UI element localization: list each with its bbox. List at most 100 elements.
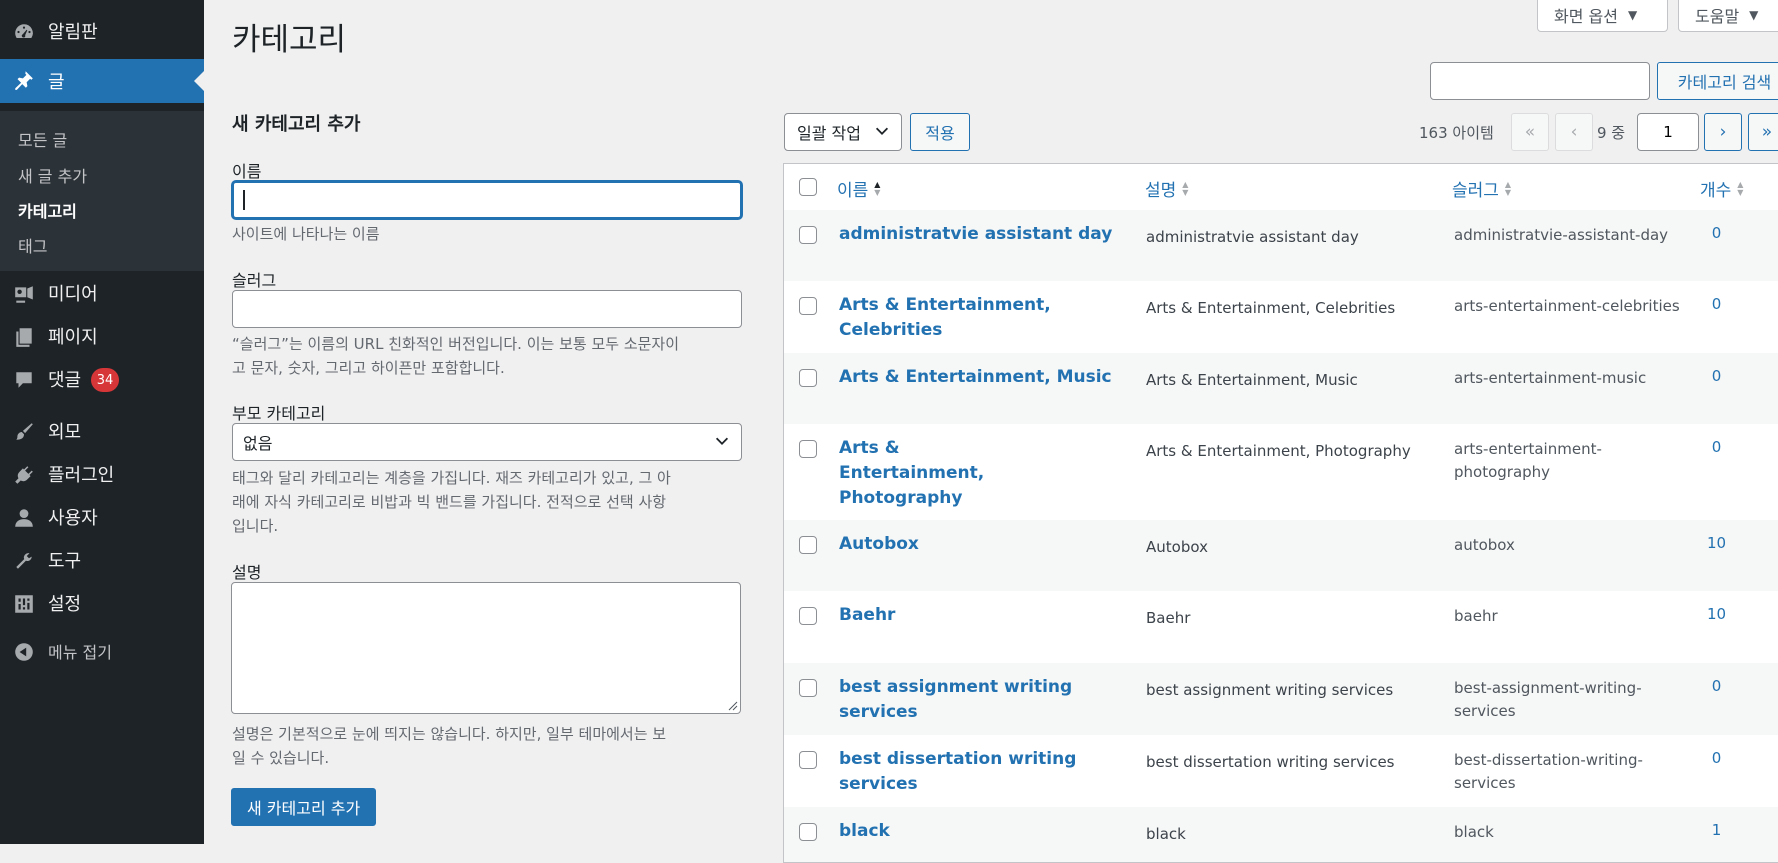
sort-indicator-icon: ▲ ▼ [1504, 179, 1512, 197]
current-page-input[interactable] [1637, 113, 1699, 151]
slug-help-line: “슬러그”는 이름의 URL 친화적인 버전입니다. 이는 보통 모두 소문자이 [232, 335, 680, 353]
add-category-heading: 새 카테고리 추가 [232, 114, 361, 135]
menu-pages-label: 페이지 [48, 327, 98, 348]
category-count[interactable]: 0 [1694, 677, 1739, 695]
category-count[interactable]: 1 [1694, 821, 1739, 839]
items-count: 163 아이템 [1419, 124, 1494, 142]
table-row: black black black 1 [784, 807, 1778, 862]
help-button[interactable]: 도움말 ▼ [1678, 0, 1778, 32]
menu-collapse[interactable]: 메뉴 접기 [0, 631, 204, 671]
first-page-button: « [1511, 113, 1549, 151]
menu-posts[interactable]: 글 [0, 59, 204, 103]
screen-options-button[interactable]: 화면 옵션 ▼ [1537, 0, 1668, 32]
menu-media[interactable]: 미디어 [0, 273, 204, 313]
table-row: Arts & Entertainment, Photography Arts &… [784, 424, 1778, 520]
sort-indicator-icon: ▲ ▼ [874, 179, 881, 197]
table-row: best assignment writing services best as… [784, 663, 1778, 735]
category-count[interactable]: 10 [1694, 534, 1739, 552]
parent-help-line: 래에 자식 카테고리로 비밥과 빅 밴드를 가집니다. 전적으로 선택 사항 [232, 493, 667, 511]
menu-tools[interactable]: 도구 [0, 540, 204, 580]
menu-dashboard-label: 알림판 [48, 22, 98, 43]
category-search-input[interactable] [1430, 62, 1650, 100]
column-description-label: 설명 [1145, 181, 1177, 201]
row-checkbox[interactable] [799, 440, 817, 458]
category-description: Arts & Entertainment, Music [1146, 371, 1358, 389]
submenu-categories[interactable]: 카테고리 [18, 198, 77, 222]
submenu-new-post[interactable]: 새 글 추가 [18, 163, 87, 187]
table-row: Arts & Entertainment, Music Arts & Enter… [784, 353, 1778, 424]
slug-input[interactable] [232, 290, 742, 328]
row-checkbox[interactable] [799, 679, 817, 697]
wrench-icon [16, 553, 32, 569]
menu-tools-label: 도구 [48, 551, 82, 572]
row-checkbox[interactable] [799, 369, 817, 387]
screen-options-label: 화면 옵션 [1554, 7, 1618, 26]
slug-help: “슬러그”는 이름의 URL 친화적인 버전입니다. 이는 보통 모두 소문자이… [232, 332, 744, 380]
category-name-link[interactable]: black [839, 819, 1114, 844]
menu-plugins[interactable]: 플러그인 [0, 454, 204, 494]
user-icon [15, 509, 33, 527]
menu-pages[interactable]: 페이지 [0, 316, 204, 356]
category-count[interactable]: 0 [1694, 438, 1739, 456]
column-count-header[interactable]: 개수 ▲ ▼ [1700, 176, 1743, 201]
category-count[interactable]: 0 [1694, 224, 1739, 242]
parent-category-select[interactable]: 없음 [232, 423, 742, 461]
column-name-label: 이름 [837, 181, 869, 201]
pin-icon [15, 71, 33, 90]
last-page-button[interactable]: » [1748, 113, 1778, 151]
category-name-link[interactable]: Autobox [839, 532, 1114, 557]
menu-appearance[interactable]: 외모 [0, 411, 204, 451]
column-name-header[interactable]: 이름 ▲ ▼ [837, 176, 880, 201]
select-all-checkbox[interactable] [799, 178, 817, 196]
category-name-link[interactable]: Baehr [839, 603, 1114, 628]
row-checkbox[interactable] [799, 226, 817, 244]
apply-button[interactable]: 적용 [910, 113, 970, 151]
parent-selected-value: 없음 [243, 434, 273, 453]
column-description-header[interactable]: 설명 ▲ ▼ [1145, 176, 1188, 201]
row-checkbox[interactable] [799, 823, 817, 841]
category-name-link[interactable]: best dissertation writing services [839, 747, 1114, 797]
category-count[interactable]: 0 [1694, 295, 1739, 313]
bulk-action-select[interactable]: 일괄 작업 [784, 113, 902, 151]
category-count[interactable]: 0 [1694, 749, 1739, 767]
menu-posts-label: 글 [48, 72, 65, 93]
parent-label: 부모 카테고리 [232, 404, 326, 423]
category-name-link[interactable]: Arts & Entertainment, Celebrities [839, 293, 1114, 343]
row-checkbox[interactable] [799, 607, 817, 625]
row-checkbox[interactable] [799, 751, 817, 769]
category-description: Arts & Entertainment, Photography [1146, 442, 1411, 460]
name-input[interactable] [232, 181, 742, 219]
name-label: 이름 [232, 162, 262, 181]
row-checkbox[interactable] [799, 297, 817, 315]
menu-settings[interactable]: 설정 [0, 583, 204, 623]
category-name-link[interactable]: best assignment writing services [839, 675, 1114, 725]
row-checkbox[interactable] [799, 536, 817, 554]
category-search-button[interactable]: 카테고리 검색 [1657, 62, 1778, 100]
category-count[interactable]: 10 [1694, 605, 1739, 623]
category-slug: arts-entertainment-music [1454, 369, 1647, 387]
menu-users[interactable]: 사용자 [0, 497, 204, 537]
sort-indicator-icon: ▲ ▼ [1182, 179, 1189, 197]
slug-help-line: 고 문자, 숫자, 그리고 하이픈만 포함합니다. [232, 359, 505, 377]
category-description: Baehr [1146, 609, 1191, 627]
category-slug: best-dissertation-writing-services [1454, 751, 1643, 792]
category-count[interactable]: 0 [1694, 367, 1739, 385]
admin-menu: 알림판 글 모든 글 새 글 추가 카테고리 태그 미디어 페이지 댓글 34 … [0, 0, 204, 844]
brush-icon [16, 423, 33, 440]
next-page-button[interactable]: › [1704, 113, 1742, 151]
category-name-link[interactable]: administratvie assistant day [839, 222, 1114, 247]
description-textarea[interactable] [231, 582, 741, 714]
category-name-link[interactable]: Arts & Entertainment, Photography [839, 436, 1049, 511]
menu-dashboard[interactable]: 알림판 [0, 11, 204, 51]
menu-collapse-label: 메뉴 접기 [48, 643, 112, 662]
prev-page-button: ‹ [1555, 113, 1593, 151]
submenu-tags[interactable]: 태그 [18, 233, 47, 257]
category-name-link[interactable]: Arts & Entertainment, Music [839, 365, 1114, 390]
resize-grip-icon[interactable] [728, 701, 738, 711]
collapse-icon [15, 643, 33, 661]
table-row: Autobox Autobox autobox 10 [784, 520, 1778, 591]
column-slug-header[interactable]: 슬러그 ▲ ▼ [1452, 176, 1511, 201]
table-row: Baehr Baehr baehr 10 [784, 591, 1778, 663]
add-category-button[interactable]: 새 카테고리 추가 [231, 788, 377, 826]
submenu-all-posts[interactable]: 모든 글 [18, 127, 67, 151]
